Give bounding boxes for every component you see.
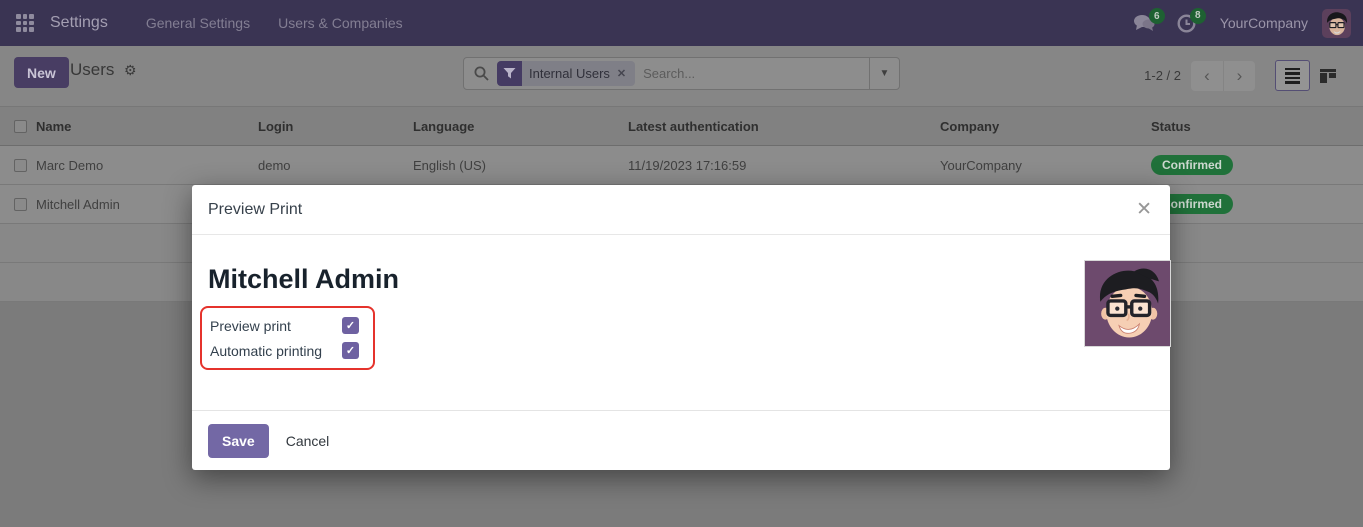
column-header-company[interactable]: Company [940, 119, 1151, 134]
app-name[interactable]: Settings [50, 14, 108, 32]
user-name-heading: Mitchell Admin [208, 264, 1154, 295]
search-icon [474, 66, 489, 81]
caret-down-icon: ▼ [880, 68, 890, 79]
pager-range: 1-2 / 2 [1144, 68, 1181, 83]
dialog-body: Mitchell Admin Preview print ✓ Automatic… [192, 264, 1170, 370]
automatic-printing-checkbox[interactable]: ✓ [342, 342, 359, 359]
menu-users-companies[interactable]: Users & Companies [266, 9, 415, 37]
save-button[interactable]: Save [208, 424, 269, 458]
kanban-view-button[interactable] [1310, 60, 1345, 91]
column-header-login[interactable]: Login [258, 119, 413, 134]
field-automatic-printing: Automatic printing ✓ [210, 338, 365, 363]
search-dropdown-toggle[interactable]: ▼ [869, 58, 899, 89]
navbar-menu: General Settings Users & Companies [134, 9, 415, 37]
highlight-box: Preview print ✓ Automatic printing ✓ [200, 306, 375, 370]
select-all-checkbox[interactable] [14, 120, 27, 133]
table-header-row: Name Login Language Latest authenticatio… [0, 106, 1363, 146]
row-checkbox[interactable] [14, 198, 27, 211]
column-header-language[interactable]: Language [413, 119, 628, 134]
field-label-automatic-printing: Automatic printing [210, 343, 342, 359]
new-button[interactable]: New [14, 57, 69, 88]
facet-label: Internal Users [522, 66, 617, 81]
filter-facet-internal-users[interactable]: Internal Users ✕ [497, 61, 635, 86]
user-avatar-image [1322, 9, 1351, 38]
preview-print-checkbox[interactable]: ✓ [342, 317, 359, 334]
messages-count-badge: 6 [1149, 8, 1165, 24]
field-preview-print: Preview print ✓ [210, 313, 365, 338]
user-profile-image [1084, 260, 1171, 347]
cell-language: English (US) [413, 158, 628, 173]
apps-menu-icon[interactable] [16, 14, 34, 32]
preview-print-dialog: Preview Print ✕ Mitchell Admin Preview p… [192, 185, 1170, 470]
facet-remove-icon[interactable]: ✕ [617, 67, 635, 80]
dialog-title: Preview Print [208, 201, 302, 219]
company-switcher[interactable]: YourCompany [1220, 15, 1308, 31]
pager-next-button[interactable]: › [1223, 61, 1255, 91]
menu-general-settings[interactable]: General Settings [134, 9, 262, 37]
page-title: Users [70, 60, 114, 80]
field-label-preview-print: Preview print [210, 318, 342, 334]
control-panel: New Users ⚙ Internal Users ✕ ▼ 1-2 / 2 ‹ [0, 46, 1363, 106]
cell-login: demo [258, 158, 413, 173]
view-switcher [1275, 60, 1345, 91]
search-bar[interactable]: Internal Users ✕ ▼ [463, 57, 900, 90]
status-badge: Confirmed [1151, 155, 1233, 175]
list-view-button[interactable] [1275, 60, 1310, 91]
activities-icon[interactable]: 8 [1177, 14, 1196, 33]
cell-name: Marc Demo [36, 158, 258, 173]
kanban-view-icon [1320, 69, 1336, 83]
navbar: Settings General Settings Users & Compan… [0, 0, 1363, 46]
table-row-marc-demo[interactable]: Marc Demo demo English (US) 11/19/2023 1… [0, 146, 1363, 185]
gear-icon[interactable]: ⚙ [124, 62, 137, 79]
dialog-footer: Save Cancel [192, 410, 1170, 470]
list-view-icon [1285, 68, 1300, 84]
systray: 6 8 YourCompany [1111, 9, 1351, 38]
cell-latest-authentication: 11/19/2023 17:16:59 [628, 158, 940, 173]
cancel-button[interactable]: Cancel [286, 433, 330, 449]
activities-count-badge: 8 [1190, 8, 1206, 24]
column-header-status[interactable]: Status [1151, 119, 1363, 134]
search-input[interactable] [635, 66, 869, 81]
column-header-latest-authentication[interactable]: Latest authentication [628, 119, 940, 134]
user-avatar[interactable] [1322, 9, 1351, 38]
column-header-name[interactable]: Name [36, 119, 258, 134]
messages-icon[interactable]: 6 [1133, 14, 1155, 32]
dialog-header: Preview Print ✕ [192, 185, 1170, 235]
pager-prev-button[interactable]: ‹ [1191, 61, 1223, 91]
pager: 1-2 / 2 ‹ › [1144, 60, 1363, 91]
filter-funnel-icon [497, 61, 522, 86]
cell-company: YourCompany [940, 158, 1151, 173]
row-checkbox[interactable] [14, 159, 27, 172]
close-icon[interactable]: ✕ [1136, 200, 1152, 219]
